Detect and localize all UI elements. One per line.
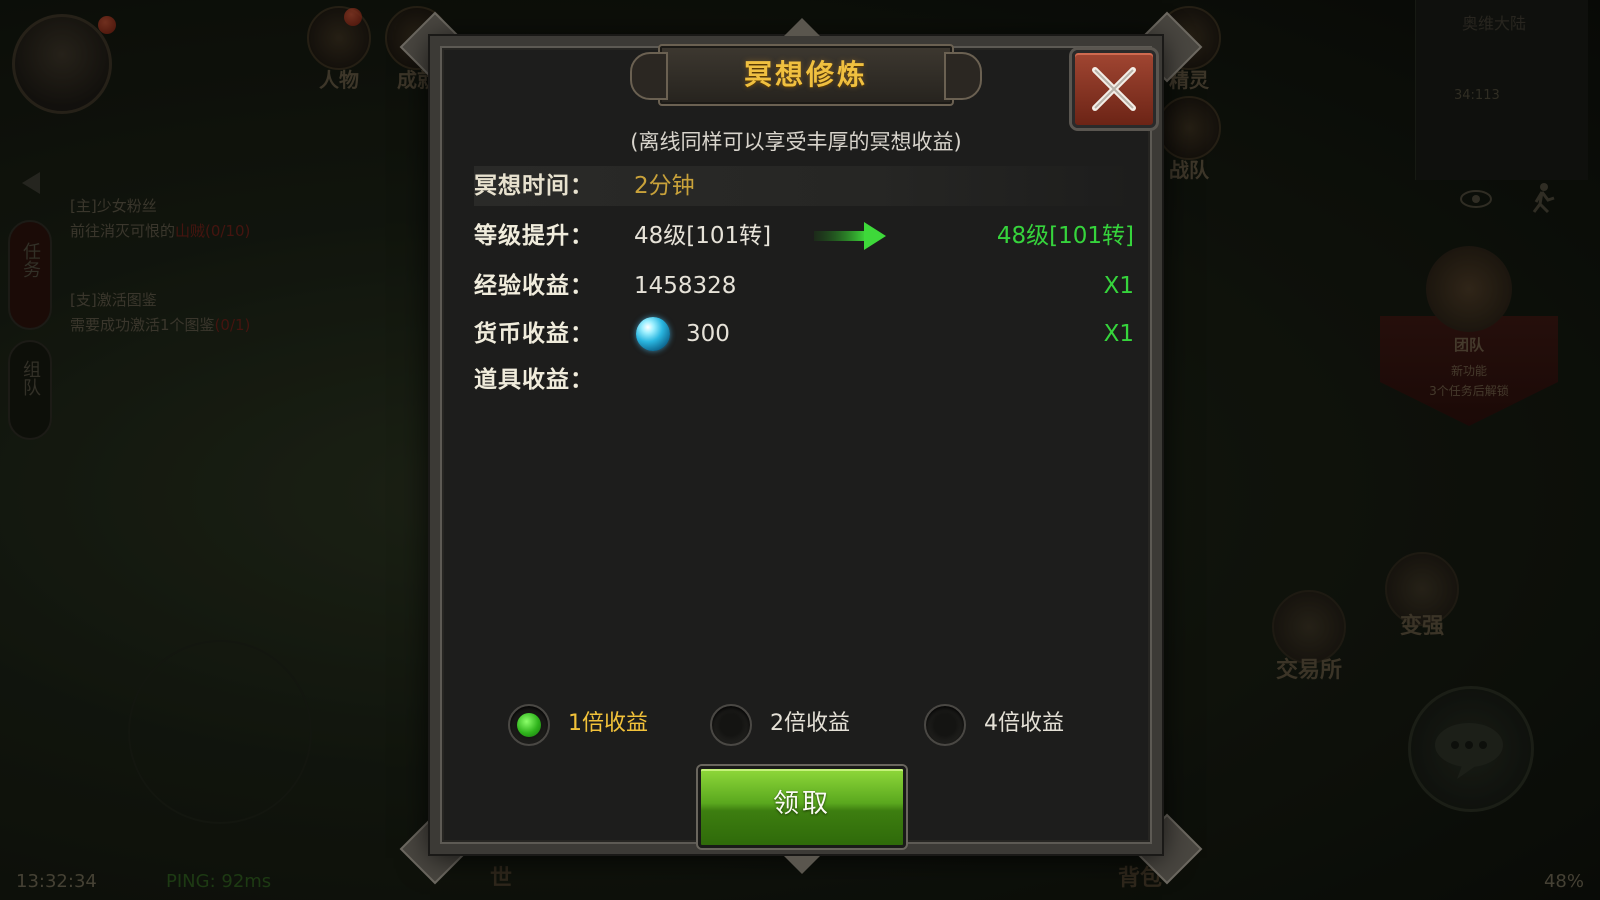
exp-value: 1458328: [634, 273, 737, 299]
radio-4x[interactable]: [924, 704, 966, 746]
radio-2x[interactable]: [710, 704, 752, 746]
currency-label: 货币收益：: [474, 321, 594, 347]
team-crest-icon: [1157, 96, 1221, 160]
map-name: 奥维大陆: [1462, 14, 1527, 33]
battery: 48%: [1543, 871, 1584, 892]
dialog-subtitle: (离线同样可以享受丰厚的冥想收益): [630, 130, 962, 154]
team-tab-label: 组队: [20, 360, 41, 396]
frame-notch: [784, 856, 820, 874]
row-item-gain: 道具收益：: [474, 360, 1134, 400]
quest-tab-label: 任务: [20, 242, 41, 278]
clock: 13:32:34: [16, 871, 97, 892]
quest-desc: 需要成功激活1个图鉴: [70, 316, 215, 334]
quest-title: [支]激活图鉴: [70, 291, 157, 309]
exchange-label: 交易所: [1275, 658, 1342, 683]
collapse-arrow-icon[interactable]: [0, 168, 60, 198]
exp-label: 经验收益：: [474, 273, 594, 299]
guild-banner[interactable]: 团队 新功能 3个任务后解锁: [1380, 246, 1558, 446]
option-2x-label[interactable]: 2倍收益: [770, 704, 850, 744]
notification-dot: [98, 16, 116, 34]
top-icon-character[interactable]: 人物: [296, 6, 382, 92]
player-avatar[interactable]: [12, 14, 112, 114]
exp-multiplier: X1: [1103, 273, 1134, 299]
time-value: 2分钟: [634, 173, 695, 199]
option-4x-label[interactable]: 4倍收益: [984, 704, 1064, 744]
status-bar: 13:32:34 PING: 92ms 48%: [0, 870, 1600, 900]
strengthen-button[interactable]: 变强: [1372, 552, 1472, 640]
eye-icon[interactable]: [1458, 184, 1494, 214]
blue-orb-icon: [636, 317, 670, 351]
quest-entry-main[interactable]: [主]少女粉丝 前往消灭可恨的山贼(0/10): [70, 194, 250, 244]
level-from: 48级[101转]: [634, 223, 772, 249]
green-arrow-icon: [814, 222, 886, 250]
row-currency-gain: 货币收益： 300 X1: [474, 314, 1134, 354]
quest-desc: 前往消灭可恨的: [70, 222, 176, 240]
exchange-button[interactable]: 交易所: [1254, 590, 1364, 684]
chat-button[interactable]: [1408, 686, 1534, 812]
top-icon-label: 人物: [319, 68, 359, 92]
strengthen-label: 变强: [1399, 614, 1444, 639]
frame-notch: [784, 18, 820, 36]
quest-progress: 山贼(0/10): [175, 222, 251, 240]
option-4x[interactable]: 4倍收益: [924, 704, 1094, 746]
currency-value: 300: [686, 321, 730, 347]
guild-line1: 新功能: [1450, 364, 1487, 378]
close-button[interactable]: [1072, 50, 1156, 128]
auto-run-icon[interactable]: [1524, 180, 1560, 216]
option-2x[interactable]: 2倍收益: [710, 704, 880, 746]
row-exp-gain: 经验收益： 1458328 X1: [474, 266, 1134, 306]
radio-1x[interactable]: [508, 704, 550, 746]
team-tab[interactable]: 组队: [8, 340, 52, 440]
ping: PING: 92ms: [166, 871, 272, 892]
guild-line2: 3个任务后解锁: [1429, 384, 1509, 398]
quest-entry-side[interactable]: [支]激活图鉴 需要成功激活1个图鉴(0/1): [70, 288, 250, 338]
level-label: 等级提升：: [474, 223, 594, 249]
quest-tab[interactable]: 任务: [8, 220, 52, 330]
row-meditation-time: 冥想时间： 2分钟: [474, 166, 1134, 206]
guild-helmet-icon: [1426, 246, 1512, 332]
option-1x[interactable]: 1倍收益: [508, 704, 678, 746]
time-label: 冥想时间：: [474, 173, 594, 199]
quest-panel: 任务 组队: [0, 160, 60, 450]
dialog-title: 冥想修炼: [743, 58, 868, 91]
title-plate: 冥想修炼: [630, 44, 982, 106]
row-level-up: 等级提升： 48级[101转] 48级[101转]: [474, 216, 1134, 256]
quest-title: [主]少女粉丝: [70, 197, 157, 215]
quest-progress: (0/1): [214, 316, 251, 334]
minimap[interactable]: 奥维大陆 34:113: [1415, 0, 1588, 180]
notification-dot: [344, 8, 362, 26]
crossed-swords-close-icon: [1092, 67, 1136, 111]
chat-bubble-icon: [1435, 723, 1503, 779]
radio-selected-dot: [517, 713, 541, 737]
map-coord: 34:113: [1454, 88, 1500, 103]
level-to: 48级[101转]: [996, 223, 1134, 249]
guild-title: 团队: [1453, 336, 1484, 354]
virtual-joystick[interactable]: [128, 640, 312, 824]
game-screen: 人物 成就 精灵 战队 任务 组队 [主]少女粉丝 前往消灭可恨的山贼(0/10…: [0, 0, 1600, 900]
items-label: 道具收益：: [474, 367, 594, 393]
currency-multiplier: X1: [1103, 321, 1134, 347]
option-1x-label[interactable]: 1倍收益: [568, 704, 648, 744]
claim-button[interactable]: 领取: [698, 766, 906, 848]
